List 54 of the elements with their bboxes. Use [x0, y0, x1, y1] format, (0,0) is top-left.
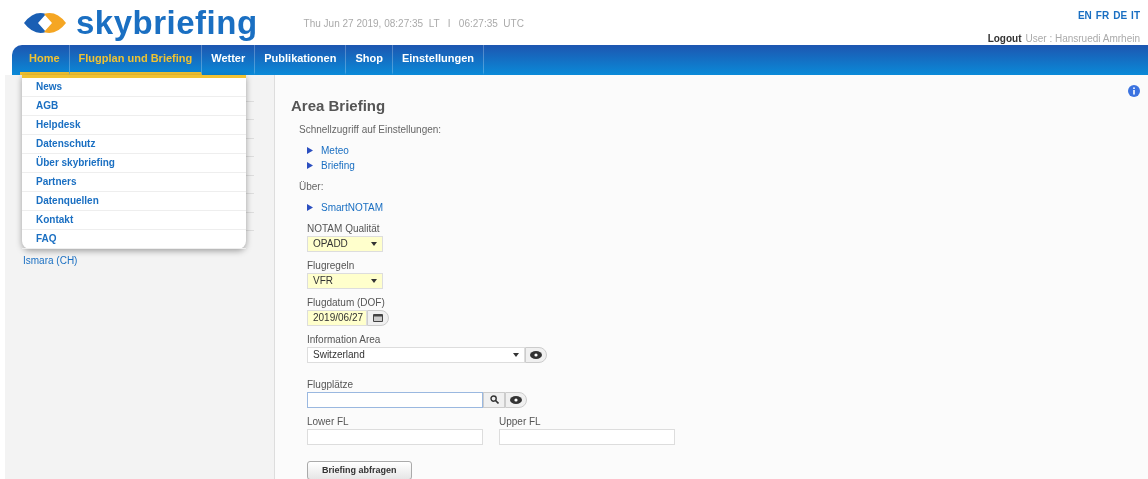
select-field[interactable]: Switzerland: [307, 346, 525, 363]
logo-text: skybriefing: [76, 6, 258, 39]
calendar-button[interactable]: [367, 309, 389, 326]
calendar-icon: [373, 313, 383, 322]
input-field[interactable]: [307, 428, 483, 445]
select-field[interactable]: VFR: [307, 272, 383, 289]
caret-icon: [513, 352, 519, 357]
link-text[interactable]: Meteo: [321, 142, 349, 158]
field-label: Upper FL: [499, 414, 542, 429]
language-link[interactable]: EN: [1077, 8, 1092, 23]
search-icon: [489, 395, 499, 404]
settings-link[interactable]: Meteo: [307, 142, 1148, 158]
section-label: Über:: [299, 179, 325, 194]
menu-item[interactable]: Partners: [22, 173, 246, 192]
input-field[interactable]: [499, 428, 675, 445]
select-field[interactable]: OPADD: [307, 235, 383, 252]
page-title: Area Briefing: [291, 96, 387, 116]
date-field[interactable]: 2019/06/27: [307, 309, 367, 326]
search-button[interactable]: [483, 391, 505, 408]
field-label: Flugregeln: [307, 258, 356, 273]
language-link[interactable]: DE: [1113, 8, 1128, 23]
view-button[interactable]: [505, 391, 527, 408]
field-label: Flugplätze: [307, 377, 355, 392]
menu-item[interactable]: FAQ: [22, 230, 246, 249]
field-label: NOTAM Qualität: [307, 221, 381, 236]
menu-item[interactable]: Über skybriefing: [22, 154, 246, 173]
field-label: Flugdatum (DOF): [307, 295, 386, 310]
settings-link[interactable]: Briefing: [307, 157, 1148, 173]
section-label: Schnellzugriff auf Einstellungen:: [299, 122, 443, 137]
link-text[interactable]: Briefing: [321, 157, 355, 173]
sidebar-item[interactable]: Ismara (CH): [23, 253, 254, 268]
menu-item[interactable]: Helpdesk: [22, 116, 246, 135]
eye-icon: [510, 395, 522, 404]
caret-icon: [371, 278, 377, 283]
view-button[interactable]: [525, 346, 547, 363]
field-label: Information Area: [307, 332, 382, 347]
submit-button[interactable]: Briefing abfragen: [307, 460, 412, 479]
menu-item[interactable]: AGB: [22, 97, 246, 116]
logout-link[interactable]: Logout: [987, 31, 1022, 46]
link-text[interactable]: SmartNOTAM: [321, 199, 384, 215]
caret-icon: [371, 241, 377, 246]
triangle-icon: [307, 203, 313, 211]
menu-item[interactable]: News: [22, 78, 246, 97]
eye-icon: [530, 350, 542, 359]
menu-item[interactable]: Kontakt: [22, 211, 246, 230]
field-label: Lower FL: [307, 414, 350, 429]
language-link[interactable]: IT: [1131, 8, 1140, 23]
menu-item[interactable]: Datenschutz: [22, 135, 246, 154]
input-field[interactable]: [307, 391, 483, 408]
settings-link[interactable]: SmartNOTAM: [307, 199, 1148, 215]
language-link[interactable]: FR: [1095, 8, 1110, 23]
info-icon[interactable]: [1128, 85, 1140, 97]
menu-item[interactable]: Datenquellen: [22, 192, 246, 211]
user-text: User : Hansruedi Amrhein: [1025, 32, 1140, 46]
